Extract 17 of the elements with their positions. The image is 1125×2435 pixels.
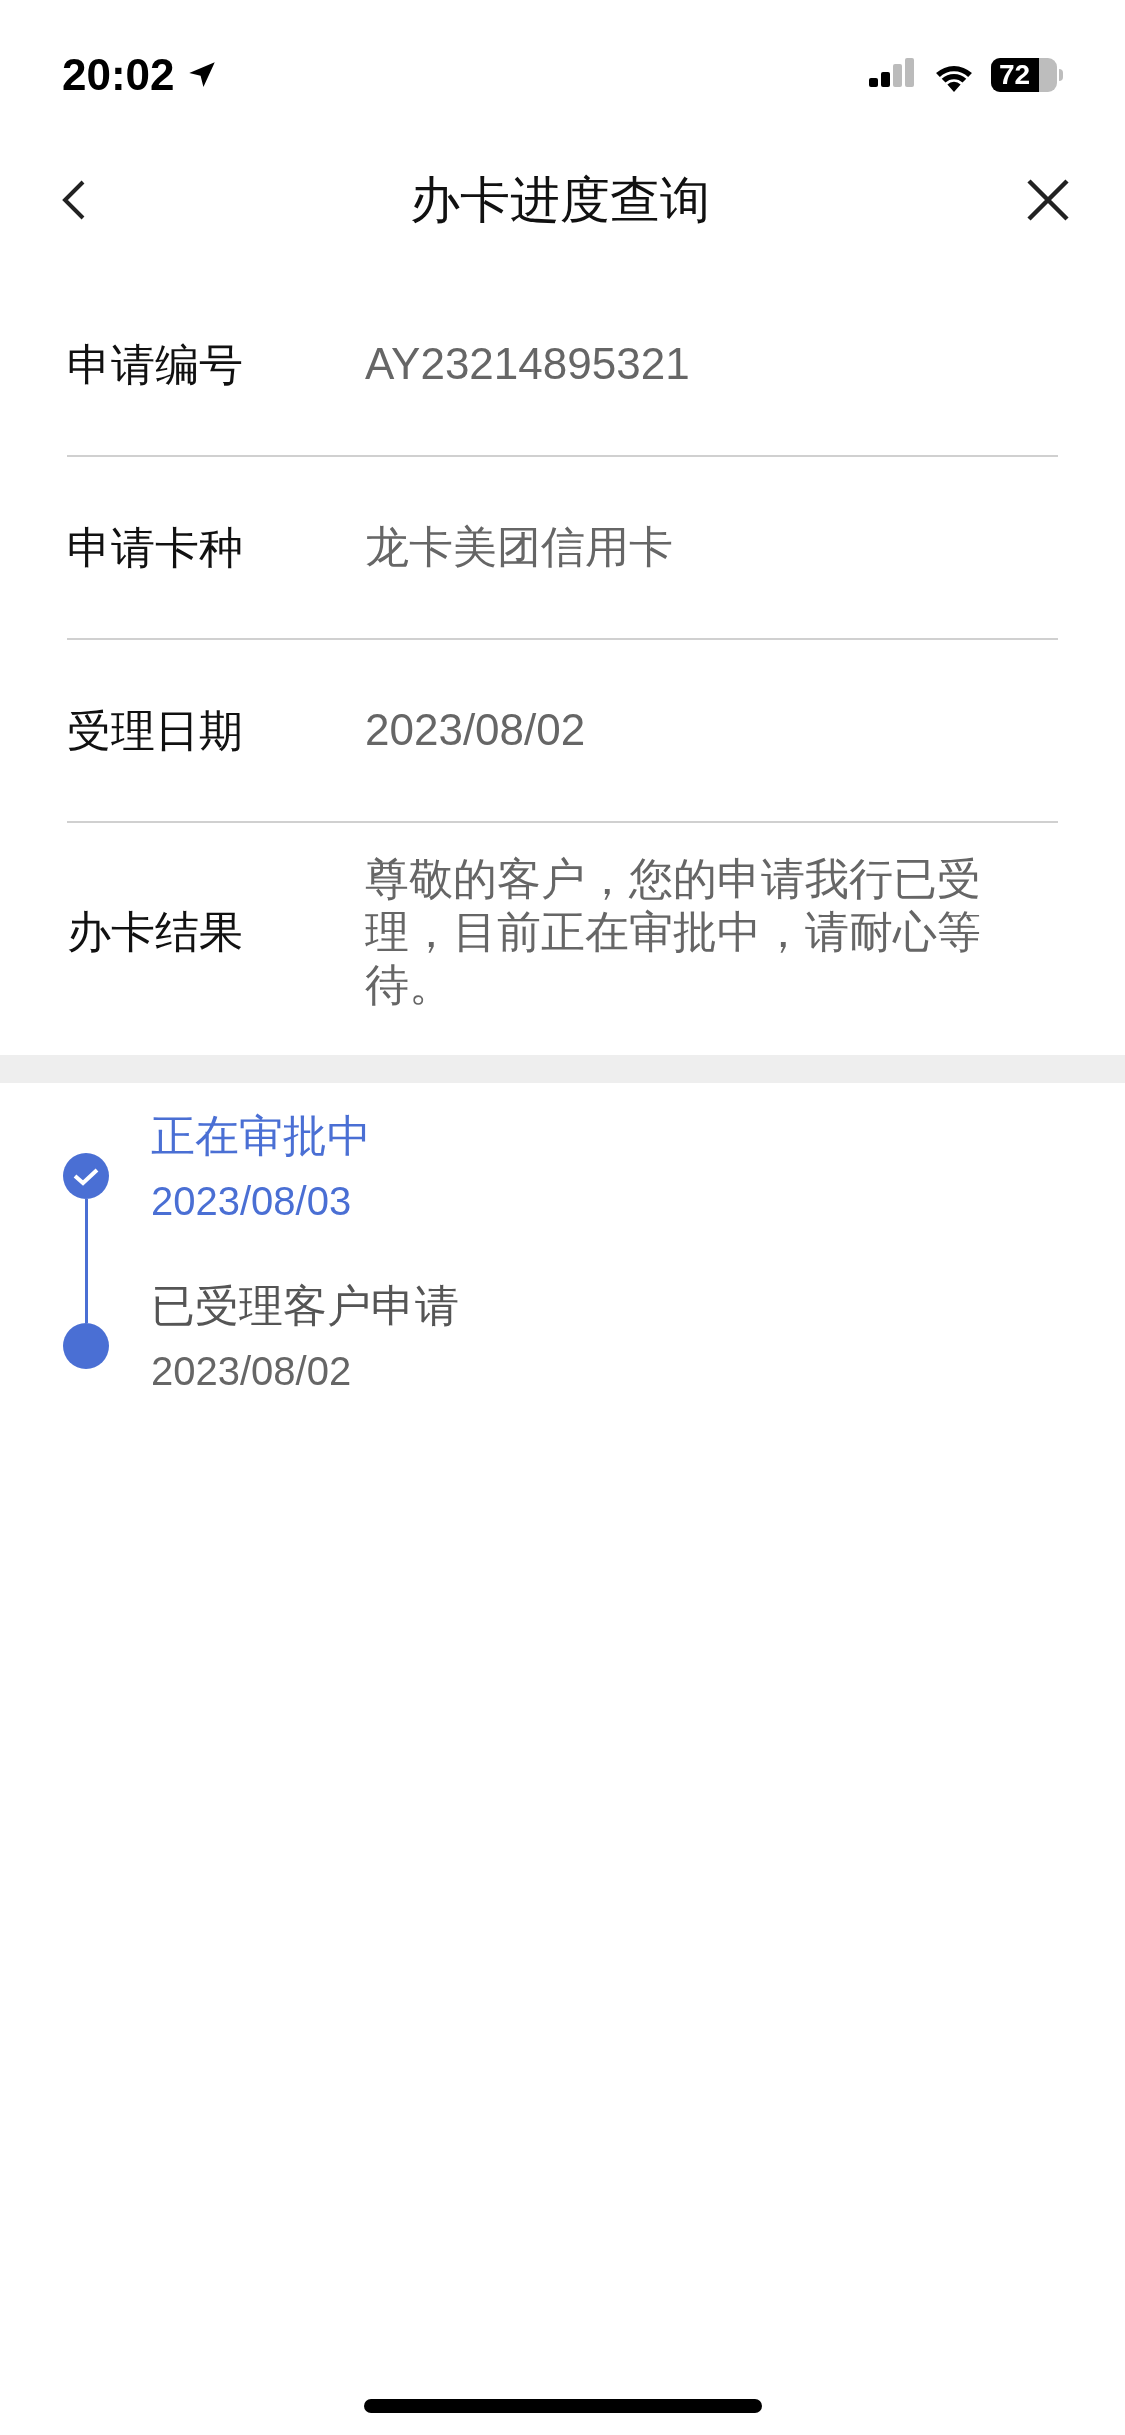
status-time: 20:02 — [62, 49, 175, 101]
field-label: 办卡结果 — [67, 906, 244, 959]
timeline-title: 正在审批中 — [151, 1110, 371, 1163]
timeline-date: 2023/08/03 — [151, 1178, 353, 1226]
page-title: 办卡进度查询 — [409, 170, 710, 230]
field-value: AY23214895321 — [365, 338, 691, 391]
field-value: 龙卡美团信用卡 — [365, 521, 674, 574]
field-label: 受理日期 — [67, 704, 244, 757]
close-icon — [1026, 178, 1070, 222]
battery-percentage: 72 — [998, 61, 1031, 89]
back-chevron-icon — [61, 178, 87, 222]
field-value: 2023/08/02 — [365, 704, 587, 757]
field-value: 尊敬的客户，您的申请我行已受理，目前正在审批中，请耐心等待。 — [365, 853, 982, 1011]
field-label: 申请卡种 — [67, 521, 244, 574]
timeline-date: 2023/08/02 — [151, 1348, 353, 1396]
field-label: 申请编号 — [67, 338, 244, 391]
timeline-title: 已受理客户申请 — [151, 1280, 459, 1333]
